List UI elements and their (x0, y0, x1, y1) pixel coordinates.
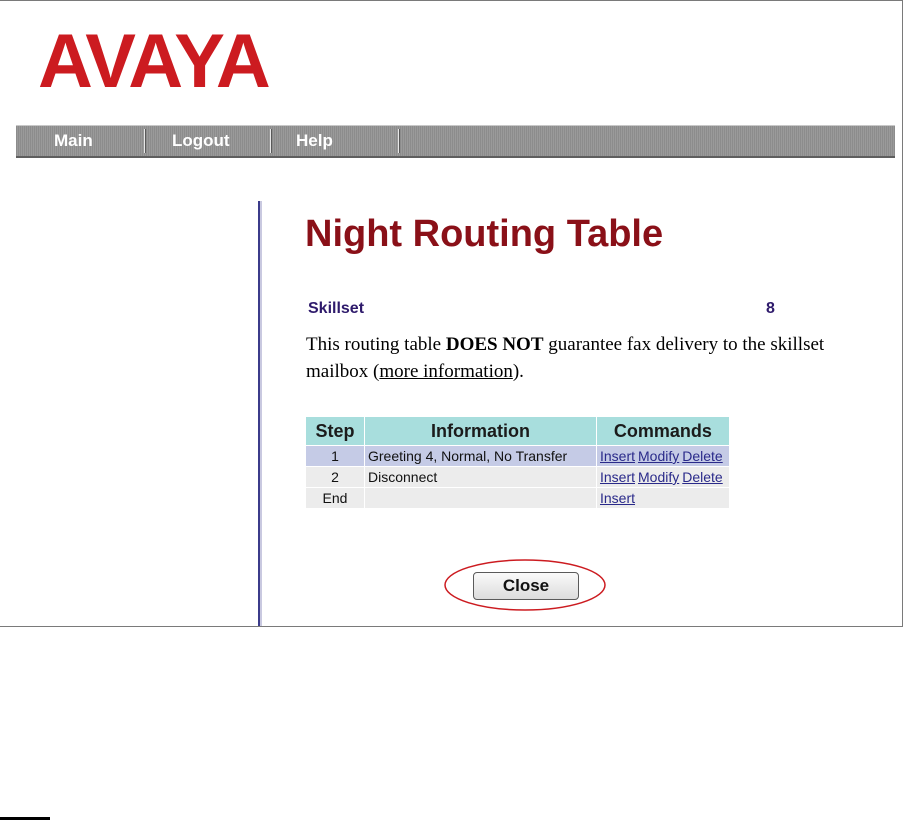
footer-rule (0, 817, 50, 820)
nav-separator (398, 129, 399, 153)
page-title: Night Routing Table (305, 213, 664, 255)
delete-link[interactable]: Delete (682, 469, 722, 485)
fax-notice: This routing table DOES NOT guarantee fa… (306, 331, 866, 385)
insert-link[interactable]: Insert (600, 448, 635, 464)
information-cell: Greeting 4, Normal, No Transfer (365, 446, 596, 466)
app-window: AVAYA Main Logout Help Night Routing Tab… (0, 0, 903, 627)
table-header-row: Step Information Commands (306, 417, 729, 445)
nav-help[interactable]: Help (296, 126, 333, 156)
main-nav: Main Logout Help (16, 125, 895, 158)
close-button[interactable]: Close (473, 572, 579, 600)
table-row: 2 Disconnect Insert Modify Delete (306, 467, 729, 487)
delete-link[interactable]: Delete (682, 448, 722, 464)
commands-cell: Insert Modify Delete (597, 467, 729, 487)
insert-link[interactable]: Insert (600, 469, 635, 485)
nav-separator (144, 129, 145, 153)
table-row: 1 Greeting 4, Normal, No Transfer Insert… (306, 446, 729, 466)
table-row: End Insert (306, 488, 729, 508)
modify-link[interactable]: Modify (638, 469, 679, 485)
routing-table: Step Information Commands 1 Greeting 4, … (305, 416, 730, 509)
notice-text: This routing table (306, 334, 446, 355)
modify-link[interactable]: Modify (638, 448, 679, 464)
insert-link[interactable]: Insert (600, 490, 635, 506)
step-cell: End (306, 488, 364, 508)
content-divider (258, 201, 262, 626)
skillset-label: Skillset (308, 300, 365, 317)
column-header-commands: Commands (597, 417, 729, 445)
nav-separator (270, 129, 271, 153)
nav-main[interactable]: Main (54, 126, 93, 156)
step-cell: 1 (306, 446, 364, 466)
step-cell: 2 (306, 467, 364, 487)
commands-cell: Insert Modify Delete (597, 446, 729, 466)
nav-logout[interactable]: Logout (172, 126, 230, 156)
notice-emphasis: DOES NOT (445, 334, 544, 355)
notice-text: ). (512, 361, 524, 382)
avaya-logo: AVAYA (38, 27, 271, 104)
svg-text:AVAYA: AVAYA (38, 27, 269, 104)
information-cell (365, 488, 596, 508)
commands-cell: Insert (597, 488, 729, 508)
left-panel (0, 161, 258, 626)
information-cell: Disconnect (365, 467, 596, 487)
skillset-value: 8 (766, 300, 775, 317)
close-button-area: Close (443, 558, 608, 613)
more-information-link[interactable]: more information (379, 361, 513, 382)
column-header-step: Step (306, 417, 364, 445)
column-header-information: Information (365, 417, 596, 445)
